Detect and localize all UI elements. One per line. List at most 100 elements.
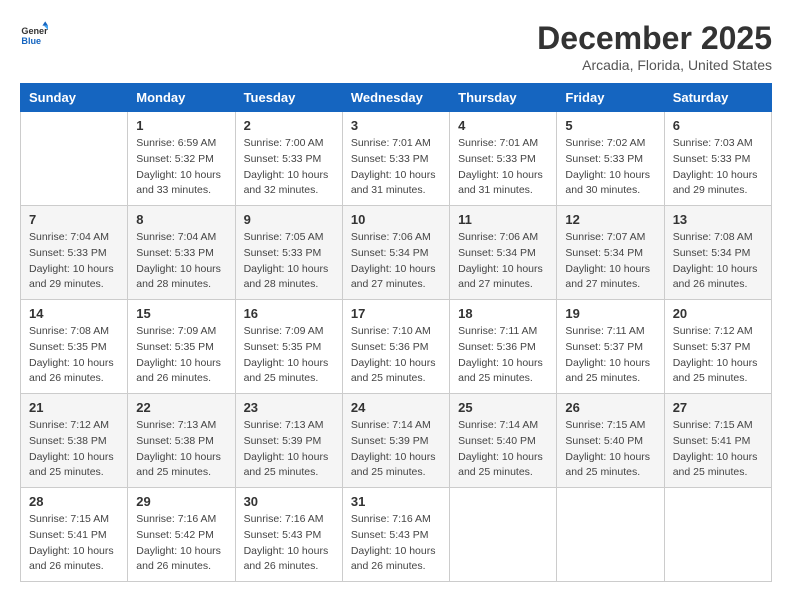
col-tuesday: Tuesday [235,84,342,112]
day-info: Sunrise: 7:04 AM Sunset: 5:33 PM Dayligh… [136,230,226,293]
day-number: 12 [565,212,655,227]
calendar-cell: 23 Sunrise: 7:13 AM Sunset: 5:39 PM Dayli… [235,394,342,488]
calendar-week-4: 21 Sunrise: 7:12 AM Sunset: 5:38 PM Dayli… [21,394,772,488]
calendar-cell: 6Sunrise: 7:03 AM Sunset: 5:33 PM Daylig… [664,112,771,206]
calendar-cell: 2Sunrise: 7:00 AM Sunset: 5:33 PM Daylig… [235,112,342,206]
day-number: 6 [673,118,763,133]
day-number: 14 [29,306,119,321]
day-number: 21 [29,400,119,415]
day-info: Sunrise: 7:08 AM Sunset: 5:34 PM Dayligh… [673,230,763,293]
day-info: Sunrise: 7:04 AM Sunset: 5:33 PM Dayligh… [29,230,119,293]
day-info: Sunrise: 7:16 AM Sunset: 5:42 PM Dayligh… [136,512,226,575]
calendar-cell [450,488,557,582]
day-info: Sunrise: 7:16 AM Sunset: 5:43 PM Dayligh… [351,512,441,575]
day-info: Sunrise: 7:14 AM Sunset: 5:39 PM Dayligh… [351,418,441,481]
day-info: Sunrise: 7:15 AM Sunset: 5:41 PM Dayligh… [673,418,763,481]
calendar-cell: 18 Sunrise: 7:11 AM Sunset: 5:36 PM Dayli… [450,300,557,394]
calendar-cell: 24Sunrise: 7:14 AM Sunset: 5:39 PM Dayli… [342,394,449,488]
calendar-cell: 21 Sunrise: 7:12 AM Sunset: 5:38 PM Dayli… [21,394,128,488]
calendar-cell: 10 Sunrise: 7:06 AM Sunset: 5:34 PM Dayli… [342,206,449,300]
calendar-cell: 7 Sunrise: 7:04 AM Sunset: 5:33 PM Daylig… [21,206,128,300]
day-number: 4 [458,118,548,133]
calendar-cell: 14 Sunrise: 7:08 AM Sunset: 5:35 PM Dayli… [21,300,128,394]
day-number: 23 [244,400,334,415]
day-number: 13 [673,212,763,227]
day-info: Sunrise: 7:06 AM Sunset: 5:34 PM Dayligh… [458,230,548,293]
day-number: 25 [458,400,548,415]
calendar-cell: 27 Sunrise: 7:15 AM Sunset: 5:41 PM Dayli… [664,394,771,488]
day-info: Sunrise: 7:12 AM Sunset: 5:37 PM Dayligh… [673,324,763,387]
calendar-subtitle: Arcadia, Florida, United States [537,57,772,73]
day-number: 10 [351,212,441,227]
calendar-cell [21,112,128,206]
calendar-cell: 11Sunrise: 7:06 AM Sunset: 5:34 PM Dayli… [450,206,557,300]
day-number: 29 [136,494,226,509]
day-number: 8 [136,212,226,227]
logo: General Blue [20,20,48,48]
day-info: Sunrise: 7:09 AM Sunset: 5:35 PM Dayligh… [136,324,226,387]
calendar-cell: 17Sunrise: 7:10 AM Sunset: 5:36 PM Dayli… [342,300,449,394]
calendar-cell: 30 Sunrise: 7:16 AM Sunset: 5:43 PM Dayli… [235,488,342,582]
calendar-cell [664,488,771,582]
col-saturday: Saturday [664,84,771,112]
calendar-week-5: 28Sunrise: 7:15 AM Sunset: 5:41 PM Dayli… [21,488,772,582]
day-info: Sunrise: 7:13 AM Sunset: 5:39 PM Dayligh… [244,418,334,481]
calendar-cell: 16Sunrise: 7:09 AM Sunset: 5:35 PM Dayli… [235,300,342,394]
day-number: 27 [673,400,763,415]
calendar-cell: 22Sunrise: 7:13 AM Sunset: 5:38 PM Dayli… [128,394,235,488]
calendar-cell: 19Sunrise: 7:11 AM Sunset: 5:37 PM Dayli… [557,300,664,394]
day-info: Sunrise: 7:11 AM Sunset: 5:36 PM Dayligh… [458,324,548,387]
day-number: 19 [565,306,655,321]
day-number: 26 [565,400,655,415]
day-number: 3 [351,118,441,133]
day-info: Sunrise: 7:05 AM Sunset: 5:33 PM Dayligh… [244,230,334,293]
col-friday: Friday [557,84,664,112]
day-number: 20 [673,306,763,321]
calendar-week-3: 14 Sunrise: 7:08 AM Sunset: 5:35 PM Dayli… [21,300,772,394]
calendar-cell: 26 Sunrise: 7:15 AM Sunset: 5:40 PM Dayli… [557,394,664,488]
header-row: Sunday Monday Tuesday Wednesday Thursday… [21,84,772,112]
col-sunday: Sunday [21,84,128,112]
svg-text:Blue: Blue [21,36,41,46]
calendar-cell [557,488,664,582]
col-wednesday: Wednesday [342,84,449,112]
day-number: 30 [244,494,334,509]
day-number: 28 [29,494,119,509]
day-number: 16 [244,306,334,321]
day-info: Sunrise: 7:01 AM Sunset: 5:33 PM Dayligh… [351,136,441,199]
day-info: Sunrise: 6:59 AM Sunset: 5:32 PM Dayligh… [136,136,226,199]
day-info: Sunrise: 7:08 AM Sunset: 5:35 PM Dayligh… [29,324,119,387]
day-info: Sunrise: 7:12 AM Sunset: 5:38 PM Dayligh… [29,418,119,481]
calendar-title: December 2025 [537,20,772,57]
day-info: Sunrise: 7:07 AM Sunset: 5:34 PM Dayligh… [565,230,655,293]
calendar-table: Sunday Monday Tuesday Wednesday Thursday… [20,83,772,582]
day-info: Sunrise: 7:02 AM Sunset: 5:33 PM Dayligh… [565,136,655,199]
calendar-cell: 20 Sunrise: 7:12 AM Sunset: 5:37 PM Dayli… [664,300,771,394]
day-number: 22 [136,400,226,415]
day-number: 15 [136,306,226,321]
calendar-week-1: 1 Sunrise: 6:59 AM Sunset: 5:32 PM Daylig… [21,112,772,206]
svg-text:General: General [21,26,48,36]
page-header: General Blue December 2025 Arcadia, Flor… [20,20,772,73]
calendar-week-2: 7 Sunrise: 7:04 AM Sunset: 5:33 PM Daylig… [21,206,772,300]
day-number: 7 [29,212,119,227]
calendar-cell: 9 Sunrise: 7:05 AM Sunset: 5:33 PM Daylig… [235,206,342,300]
calendar-cell: 1 Sunrise: 6:59 AM Sunset: 5:32 PM Daylig… [128,112,235,206]
day-info: Sunrise: 7:16 AM Sunset: 5:43 PM Dayligh… [244,512,334,575]
day-number: 9 [244,212,334,227]
day-info: Sunrise: 7:15 AM Sunset: 5:40 PM Dayligh… [565,418,655,481]
day-info: Sunrise: 7:14 AM Sunset: 5:40 PM Dayligh… [458,418,548,481]
day-info: Sunrise: 7:06 AM Sunset: 5:34 PM Dayligh… [351,230,441,293]
day-number: 17 [351,306,441,321]
calendar-cell: 12 Sunrise: 7:07 AM Sunset: 5:34 PM Dayli… [557,206,664,300]
day-number: 5 [565,118,655,133]
logo-icon: General Blue [20,20,48,48]
calendar-cell: 3 Sunrise: 7:01 AM Sunset: 5:33 PM Daylig… [342,112,449,206]
calendar-cell: 29 Sunrise: 7:16 AM Sunset: 5:42 PM Dayli… [128,488,235,582]
calendar-cell: 5 Sunrise: 7:02 AM Sunset: 5:33 PM Daylig… [557,112,664,206]
calendar-cell: 8 Sunrise: 7:04 AM Sunset: 5:33 PM Daylig… [128,206,235,300]
col-thursday: Thursday [450,84,557,112]
day-number: 1 [136,118,226,133]
day-number: 18 [458,306,548,321]
calendar-cell: 4Sunrise: 7:01 AM Sunset: 5:33 PM Daylig… [450,112,557,206]
